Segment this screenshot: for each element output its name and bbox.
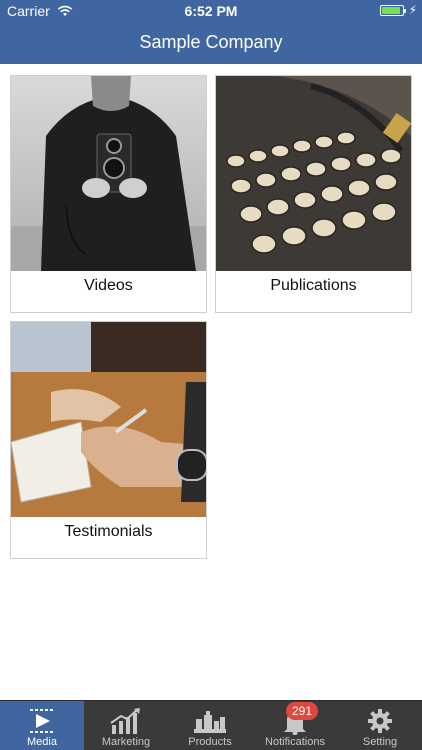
card-label: Publications [270, 277, 357, 294]
tab-label: Marketing [101, 736, 151, 748]
products-icon [168, 707, 252, 735]
clock: 6:52 PM [184, 3, 238, 19]
card-label: Testimonials [64, 523, 153, 540]
app-header: Carrier 6:52 PM ⚡ Sample Company [0, 0, 422, 64]
typewriter-photo [216, 76, 411, 271]
bottom-tab-bar: Media Marketing Products Notifications S… [0, 700, 422, 750]
status-bar: Carrier 6:52 PM ⚡ [0, 0, 422, 22]
play-icon [0, 707, 84, 735]
tab-label: Setting [362, 736, 398, 748]
chart-icon [84, 707, 168, 735]
card-label: Videos [84, 277, 133, 294]
camera-photo [11, 76, 206, 271]
media-card-videos[interactable]: Videos [10, 75, 207, 313]
tab-label: Media [27, 736, 57, 748]
tab-marketing[interactable]: Marketing [84, 701, 168, 750]
writing-notebook-photo [11, 322, 206, 517]
tab-label: Products [188, 736, 232, 748]
tab-setting[interactable]: Setting [338, 701, 422, 750]
battery-icon [380, 5, 406, 16]
tab-products[interactable]: Products [168, 701, 252, 750]
gear-icon [338, 707, 422, 735]
charging-icon: ⚡ [408, 3, 417, 17]
media-card-testimonials[interactable]: Testimonials [10, 321, 207, 559]
tab-media[interactable]: Media [0, 701, 84, 750]
page-title: Sample Company [139, 32, 283, 52]
tab-label: Notifications [265, 736, 325, 748]
battery-level [382, 7, 400, 14]
notification-badge: 291 [286, 702, 319, 720]
media-card-publications[interactable]: Publications [215, 75, 412, 313]
